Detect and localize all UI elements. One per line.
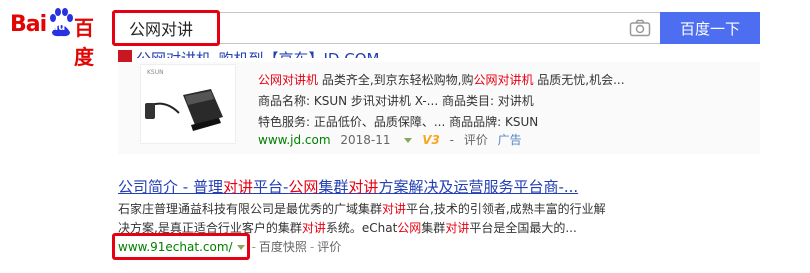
snapshot-link[interactable]: 百度快照 [259, 240, 307, 254]
product-brand-text: KSUN [147, 69, 164, 76]
abstract-line1: 石家庄普理通益科技有限公司是最优秀的广域集群对讲平台,技术的引领者,成熟丰富的行… [118, 200, 658, 219]
title-segment: 集群 [318, 178, 349, 196]
meta-separator: - [309, 240, 315, 254]
v3-badge-icon: V3 [422, 133, 440, 147]
logo-du-text: du [51, 22, 66, 33]
text-segment: 对讲 [445, 221, 470, 235]
result1-line1: 公网对讲机 品类齐全,到京东轻松购物,购公网对讲机 品质无忧,机会... [258, 70, 625, 91]
text-segment: 品质无忧,机会... [533, 73, 625, 87]
text-segment: 系统。eChat [325, 221, 398, 235]
result1-details: 公网对讲机 品类齐全,到京东轻松购物,购公网对讲机 品质无忧,机会... 商品名… [258, 70, 625, 133]
text-segment: 对讲 [301, 221, 326, 235]
result1-line3: 特色服务: 正品低价、品质保障、... 商品品牌: KSUN [258, 115, 539, 129]
result1-line2: 商品名称: KSUN 步讯对讲机 X-... 商品类目: 对讲机 [258, 94, 534, 108]
result1-product-image[interactable]: KSUN [140, 64, 236, 144]
result2-title-link[interactable]: 公司简介 - 普理对讲平台-公网集群对讲方案解决及运营服务平台商-... [118, 176, 578, 197]
review-link[interactable]: 评价 [464, 133, 488, 147]
text-segment: 石家庄普理通益科技有限公司是最优秀的广域集群 [118, 202, 383, 216]
walkie-charger-icon [145, 89, 223, 131]
title-segment: 公网 [288, 178, 319, 196]
title-segment: 公司简介 - 普理 [118, 178, 223, 196]
text-segment: 平台是全国最大的... [469, 221, 577, 235]
text-segment: 公网 [397, 221, 422, 235]
meta-separator: - [251, 240, 256, 254]
result1-meta: www.jd.com 2018-11 V3 - 评价 广告 [258, 131, 528, 148]
title-segment: 平台- [252, 178, 289, 196]
query-highlight-box [112, 10, 220, 46]
review-link[interactable]: 评价 [317, 240, 341, 254]
title-segment: 对讲 [222, 178, 253, 196]
logo-bai-text: Bai [10, 12, 47, 37]
url-highlight-box [112, 233, 250, 260]
text-segment: 平台,技术的引领者,成熟丰富的行业解 [406, 202, 606, 216]
camera-icon[interactable] [629, 19, 651, 37]
title-segment: 对讲 [348, 178, 379, 196]
ad-label[interactable]: 广告 [498, 133, 522, 147]
text-segment: 集群 [421, 221, 446, 235]
logo-chinese-text: 百度 [74, 16, 94, 69]
jd-badge-icon [118, 50, 132, 62]
dropdown-arrow-icon[interactable] [404, 138, 413, 143]
text-segment: 对讲 [382, 202, 407, 216]
meta-separator: - [449, 133, 454, 147]
result1-title-link[interactable]: 公网对讲机_购机到【京东】JD.COM [136, 44, 379, 58]
result1-url[interactable]: www.jd.com [258, 133, 331, 147]
baidu-logo[interactable]: Bai du 百度 [8, 6, 108, 69]
text-segment: 公网对讲机 [473, 73, 534, 87]
text-segment: 品类齐全,到京东轻松购物,购 [318, 73, 474, 87]
result1-date: 2018-11 [340, 133, 391, 147]
title-segment: 方案解决及运营服务平台商-... [378, 178, 579, 196]
search-button[interactable]: 百度一下 [660, 12, 760, 44]
text-segment: 公网对讲机 [258, 73, 319, 87]
